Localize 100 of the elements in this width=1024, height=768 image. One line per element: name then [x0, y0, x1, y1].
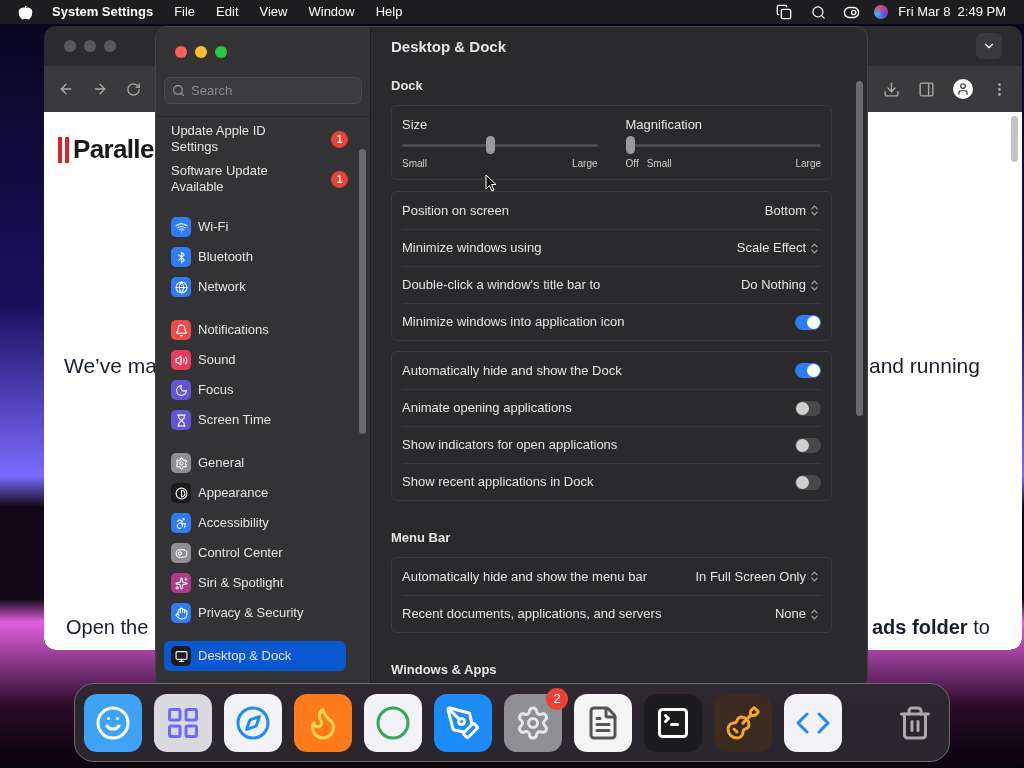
menu-item[interactable]: Window — [308, 2, 355, 22]
up-down-chevron-icon — [808, 241, 821, 255]
toggle-switch[interactable] — [795, 363, 821, 378]
slider-track[interactable] — [402, 138, 598, 152]
section-heading: Menu Bar — [391, 529, 452, 548]
search-icon[interactable] — [811, 4, 827, 20]
sidebar-item[interactable]: Control Center — [164, 538, 346, 568]
up-down-chevron-icon — [808, 278, 821, 292]
sidebar-label: Notifications — [198, 321, 269, 340]
window-title: Desktop & Dock — [391, 36, 507, 57]
grid-icon[interactable] — [154, 693, 212, 752]
sidebar-item[interactable]: Notifications — [164, 315, 346, 345]
search-icon — [172, 84, 185, 97]
download-icon[interactable] — [883, 80, 900, 98]
slider-max-label: Large — [795, 157, 821, 171]
slider-label: Size — [402, 115, 429, 134]
search-field[interactable]: Search — [164, 77, 362, 104]
sidebar-label: Appearance — [198, 484, 269, 503]
slider-thumb[interactable] — [625, 136, 635, 154]
sidebar-item[interactable]: Sound — [164, 345, 346, 375]
alert-item[interactable]: Update Apple ID Settings 1 — [164, 119, 362, 159]
orb-icon[interactable] — [874, 5, 889, 19]
alert-item[interactable]: Software Update Available 1 — [164, 159, 362, 199]
sidebar-label: Screen Time — [198, 411, 271, 430]
slider-thumb[interactable] — [485, 136, 495, 154]
toggle-switch[interactable] — [795, 437, 821, 453]
sidebar-item[interactable]: Siri & Spotlight — [164, 568, 346, 598]
logo-bars-icon — [58, 136, 69, 163]
sidebar-label: General — [198, 454, 245, 473]
slider-track[interactable] — [625, 138, 821, 152]
pen-tool-icon[interactable] — [434, 693, 492, 752]
setting-label: Recent documents, applications, and servers — [402, 605, 662, 624]
setting-label: Minimize windows using — [402, 239, 542, 258]
menu-item[interactable]: File — [174, 2, 196, 22]
toggle-switch[interactable] — [795, 314, 821, 330]
menu-item[interactable]: Help — [375, 2, 403, 22]
popup-button[interactable]: Scale Effect — [736, 238, 821, 258]
popup-button[interactable]: In Full Screen Only — [695, 566, 821, 587]
back-icon[interactable] — [58, 81, 74, 97]
sidebar-item[interactable]: Accessibility — [164, 508, 346, 538]
circle-logo-icon[interactable] — [364, 693, 422, 752]
popup-button[interactable]: Do Nothing — [740, 275, 821, 295]
close-button[interactable] — [175, 46, 187, 58]
sidebar-label: Desktop & Dock — [198, 647, 292, 666]
popup-button[interactable]: None — [774, 604, 821, 624]
section-heading: Dock — [391, 76, 424, 95]
apple-icon[interactable] — [18, 4, 33, 20]
code-icon[interactable] — [784, 693, 842, 752]
sidebar-item[interactable]: Bluetooth — [164, 242, 346, 272]
smiley-face-icon[interactable] — [84, 693, 142, 752]
slider-max-label: Large — [571, 157, 598, 171]
sidebar-label: Control Center — [198, 544, 283, 563]
popup-button[interactable]: Bottom — [764, 200, 821, 221]
compass-icon[interactable] — [224, 693, 282, 752]
sidebar-item[interactable]: General — [164, 448, 346, 478]
zoom-button[interactable] — [215, 46, 227, 58]
logo-text: Paralle — [73, 133, 154, 166]
page-heading: We’ve ma — [64, 353, 157, 379]
windows-icon[interactable] — [776, 4, 793, 20]
scrollbar — [1011, 116, 1018, 162]
notification-badge: 1 — [331, 130, 348, 148]
sidebar-label: Network — [198, 278, 246, 297]
sidebar-label: Bluetooth — [198, 248, 253, 267]
section-heading: Windows & Apps — [391, 661, 498, 680]
setting-label: Automatically hide and show the menu bar — [402, 567, 647, 586]
sidebar-item[interactable]: Appearance — [164, 478, 346, 508]
menu-item[interactable]: View — [259, 2, 288, 22]
page-text: Open the — [66, 615, 149, 640]
menu-bar-clock[interactable]: Fri Mar 8 2:49 PM — [898, 2, 1006, 22]
document-icon[interactable] — [574, 693, 632, 752]
setting-label: Double-click a window's title bar to — [402, 276, 601, 295]
sidebar-label: Siri & Spotlight — [198, 574, 284, 593]
sidebar-item[interactable]: Screen Time — [164, 405, 346, 435]
forward-icon[interactable] — [92, 81, 108, 97]
setting-label: Automatically hide and show the Dock — [402, 361, 622, 380]
slider-label: Magnification — [625, 115, 704, 134]
side-panel-icon[interactable] — [918, 80, 935, 98]
sidebar-item[interactable]: Network — [164, 272, 346, 302]
slider-min-label: Small — [646, 157, 672, 171]
app-menu[interactable]: System Settings — [52, 2, 154, 22]
minimize-button[interactable] — [195, 46, 207, 58]
sidebar-item[interactable]: Desktop & Dock — [164, 641, 346, 671]
sidebar-item[interactable]: Wi-Fi — [164, 212, 346, 242]
reload-icon[interactable] — [126, 81, 141, 97]
sidebar-label: Wi-Fi — [198, 218, 229, 237]
sidebar-item[interactable]: Focus — [164, 375, 346, 405]
flame-icon[interactable] — [294, 693, 352, 752]
toggle-switch[interactable] — [795, 400, 821, 416]
guitar-icon[interactable] — [714, 693, 772, 752]
sidebar-item[interactable]: Privacy & Security — [164, 598, 346, 628]
menu-item[interactable]: Edit — [216, 2, 239, 22]
sidebar-label: Privacy & Security — [198, 604, 304, 623]
notification-badge: 2 — [546, 687, 568, 710]
setting-label: Position on screen — [402, 201, 509, 220]
setting-label: Show recent applications in Dock — [402, 473, 594, 492]
toggle-switch[interactable] — [795, 474, 821, 490]
gear-icon[interactable] — [504, 693, 562, 752]
profile-icon[interactable] — [953, 79, 973, 99]
tab-list-button[interactable] — [976, 33, 1002, 59]
terminal-icon[interactable] — [644, 693, 702, 752]
